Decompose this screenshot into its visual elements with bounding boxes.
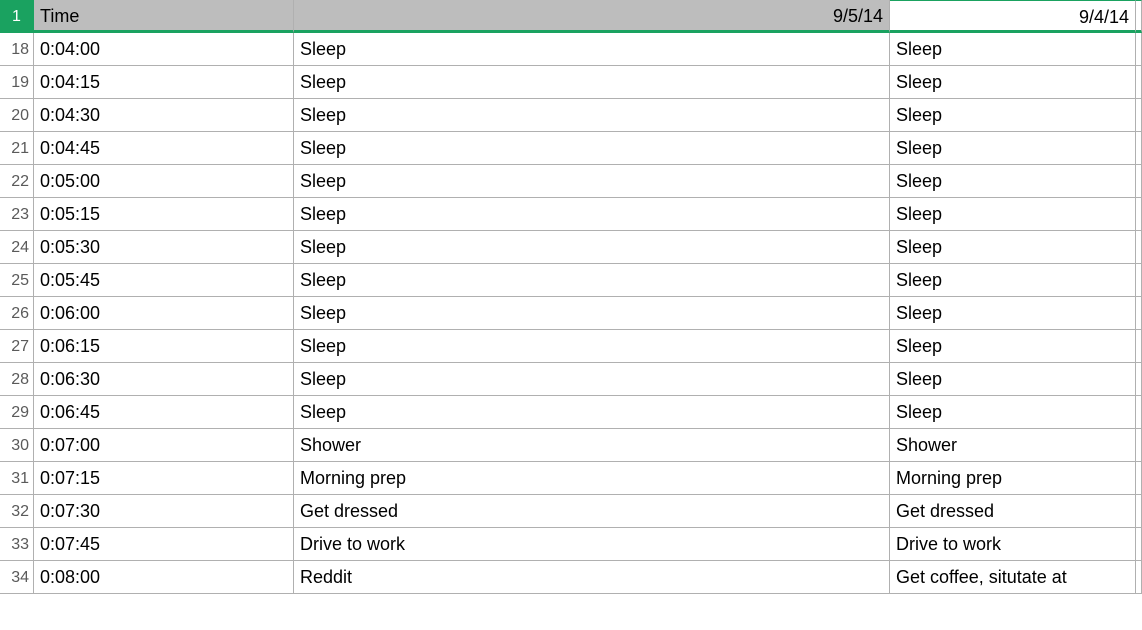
cell-activity-col1[interactable]: Get dressed [294,495,890,528]
cell-activity-col1[interactable]: Sleep [294,363,890,396]
cell-empty[interactable] [1136,132,1142,165]
cell-time[interactable]: 0:07:45 [34,528,294,561]
cell-empty[interactable] [1136,33,1142,66]
cell-activity-col1[interactable]: Drive to work [294,528,890,561]
cell-activity-col2[interactable]: Sleep [890,297,1136,330]
row-number[interactable]: 31 [0,462,34,495]
cell-empty[interactable] [1136,561,1142,594]
cell-activity-col1[interactable]: Sleep [294,165,890,198]
row-number[interactable]: 19 [0,66,34,99]
cell-activity-col2[interactable]: Sleep [890,198,1136,231]
cell-time[interactable]: 0:08:00 [34,561,294,594]
cell-time[interactable]: 0:04:45 [34,132,294,165]
cell-time[interactable]: 0:07:00 [34,429,294,462]
row-number[interactable]: 30 [0,429,34,462]
cell-activity-col1[interactable]: Sleep [294,264,890,297]
row-number[interactable]: 27 [0,330,34,363]
cell-activity-col1[interactable]: Sleep [294,231,890,264]
row-number[interactable]: 26 [0,297,34,330]
cell-activity-col2[interactable]: Sleep [890,231,1136,264]
cell-empty[interactable] [1136,66,1142,99]
row-number[interactable]: 22 [0,165,34,198]
cell-time[interactable]: 0:05:00 [34,165,294,198]
row-number[interactable]: 21 [0,132,34,165]
cell-empty[interactable] [1136,528,1142,561]
cell-activity-col1[interactable]: Shower [294,429,890,462]
cell-activity-col2[interactable]: Sleep [890,330,1136,363]
cell-empty[interactable] [1136,429,1142,462]
cell-activity-col2[interactable]: Sleep [890,264,1136,297]
cell-activity-col2[interactable]: Sleep [890,33,1136,66]
cell-activity-col2[interactable]: Get dressed [890,495,1136,528]
cell-empty[interactable] [1136,396,1142,429]
cell-activity-col1[interactable]: Sleep [294,297,890,330]
cell-time[interactable]: 0:06:45 [34,396,294,429]
row-number[interactable]: 24 [0,231,34,264]
cell-empty[interactable] [1136,462,1142,495]
cell-activity-col1[interactable]: Sleep [294,99,890,132]
header-cell-empty[interactable] [1136,0,1142,33]
row-number[interactable]: 32 [0,495,34,528]
row-number[interactable]: 33 [0,528,34,561]
cell-activity-col2[interactable]: Get coffee, situtate at [890,561,1136,594]
header-cell-date1[interactable]: 9/5/14 [294,0,890,33]
cell-activity-col1[interactable]: Sleep [294,330,890,363]
cell-time[interactable]: 0:07:30 [34,495,294,528]
cell-activity-col2[interactable]: Sleep [890,396,1136,429]
row-number[interactable]: 28 [0,363,34,396]
row-number[interactable]: 20 [0,99,34,132]
cell-time[interactable]: 0:06:00 [34,297,294,330]
cell-empty[interactable] [1136,495,1142,528]
cell-empty[interactable] [1136,231,1142,264]
cell-activity-col1[interactable]: Sleep [294,132,890,165]
cell-time[interactable]: 0:04:30 [34,99,294,132]
cell-time[interactable]: 0:07:15 [34,462,294,495]
cell-activity-col1[interactable]: Reddit [294,561,890,594]
cell-time[interactable]: 0:06:30 [34,363,294,396]
cell-activity-col2[interactable]: Sleep [890,363,1136,396]
cell-activity-col1[interactable]: Morning prep [294,462,890,495]
row-number[interactable]: 23 [0,198,34,231]
row-number[interactable]: 18 [0,33,34,66]
cell-empty[interactable] [1136,198,1142,231]
cell-empty[interactable] [1136,363,1142,396]
cell-time[interactable]: 0:05:15 [34,198,294,231]
cell-activity-col1[interactable]: Sleep [294,198,890,231]
cell-time[interactable]: 0:05:45 [34,264,294,297]
cell-time[interactable]: 0:04:15 [34,66,294,99]
cell-empty[interactable] [1136,264,1142,297]
spreadsheet-grid[interactable]: 1 Time 9/5/14 9/4/14 180:04:00SleepSleep… [0,0,1142,594]
row-number[interactable]: 34 [0,561,34,594]
cell-empty[interactable] [1136,297,1142,330]
cell-time[interactable]: 0:05:30 [34,231,294,264]
cell-empty[interactable] [1136,165,1142,198]
header-cell-time[interactable]: Time [34,0,294,33]
cell-empty[interactable] [1136,99,1142,132]
cell-activity-col1[interactable]: Sleep [294,396,890,429]
cell-time[interactable]: 0:04:00 [34,33,294,66]
row-number[interactable]: 29 [0,396,34,429]
cell-activity-col1[interactable]: Sleep [294,33,890,66]
row-number[interactable]: 25 [0,264,34,297]
row-number-active[interactable]: 1 [0,0,34,33]
cell-activity-col2[interactable]: Sleep [890,66,1136,99]
cell-activity-col1[interactable]: Sleep [294,66,890,99]
cell-activity-col2[interactable]: Drive to work [890,528,1136,561]
cell-activity-col2[interactable]: Shower [890,429,1136,462]
cell-activity-col2[interactable]: Morning prep [890,462,1136,495]
cell-activity-col2[interactable]: Sleep [890,132,1136,165]
cell-empty[interactable] [1136,330,1142,363]
cell-activity-col2[interactable]: Sleep [890,99,1136,132]
header-cell-date2[interactable]: 9/4/14 [890,0,1136,33]
cell-activity-col2[interactable]: Sleep [890,165,1136,198]
cell-time[interactable]: 0:06:15 [34,330,294,363]
